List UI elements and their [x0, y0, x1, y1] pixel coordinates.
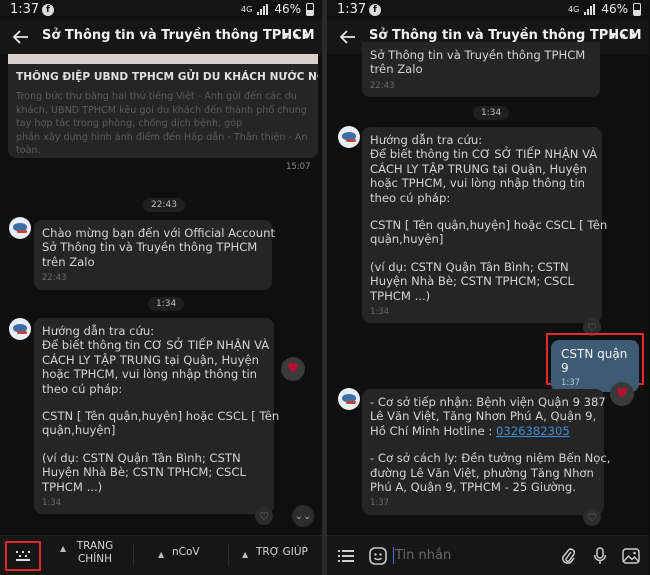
caret-up-icon: ▲ [60, 544, 67, 553]
microphone-icon[interactable] [589, 545, 611, 567]
heart-reaction-icon[interactable]: ♥ [610, 382, 634, 406]
left-chat-screen: 1:37 f 4G 46% Sở Thông tin và Truyền thô… [0, 0, 322, 575]
oa-menu-bar: ▲ TRANG CHÍNH ▲ nCoV ▲ TRỢ GIÚP [0, 535, 322, 575]
right-chat-screen: 1:37 f 4G 46% Sở Thông tin và Truyền thô… [327, 0, 649, 575]
news-card[interactable]: THÔNG ĐIỆP UBND TPHCM GỬI DU KHÁCH NƯỚC … [8, 54, 318, 158]
guide-message: Hướng dẫn tra cứu: Để biết thông tin CƠ … [362, 127, 607, 324]
scroll-down-icon[interactable]: ⌄⌄ [292, 505, 314, 527]
image-icon[interactable] [620, 545, 642, 567]
battery-percent: 46% [274, 2, 301, 16]
status-time: 1:37 [10, 2, 40, 17]
menu-ncov[interactable]: ▲ nCoV [158, 546, 200, 559]
signal-icon [257, 3, 269, 15]
like-button[interactable]: ♡ [255, 507, 273, 525]
news-card-image [8, 54, 318, 64]
menu-help[interactable]: ▲ TRỢ GIÚP [242, 546, 308, 559]
network-type: 4G [568, 4, 580, 14]
status-bar: 1:37 f 4G 46% [0, 0, 322, 20]
signal-icon [584, 3, 596, 15]
date-separator: 22:43 [143, 198, 185, 212]
battery-icon [633, 2, 641, 16]
like-button[interactable]: ♡ [583, 508, 601, 526]
divider [133, 544, 134, 566]
more-options-icon[interactable]: ••• [281, 27, 312, 46]
more-options-icon[interactable]: ••• [608, 27, 639, 46]
menu-home[interactable]: ▲ TRANG CHÍNH [60, 540, 116, 566]
menu-list-icon[interactable] [335, 545, 357, 567]
text-cursor [393, 547, 394, 564]
oa-avatar[interactable] [338, 126, 360, 148]
news-card-description: Trong bức thư bằng hai thứ tiếng Việt - … [16, 91, 308, 156]
battery-percent: 46% [601, 2, 628, 16]
chat-title: Sở Thông tin và Truyền thông TPHCM [369, 28, 642, 43]
chat-title: Sở Thông tin và Truyền thông TPHCM [42, 28, 315, 43]
keyboard-toggle-button[interactable] [5, 541, 41, 571]
oa-avatar[interactable] [9, 217, 31, 239]
battery-icon [306, 2, 314, 16]
heart-reaction-icon[interactable]: ♥ [281, 357, 305, 381]
guide-message: Hướng dẫn tra cứu: Để biết thông tin CƠ … [34, 318, 279, 515]
news-card-time: 15:07 [286, 162, 311, 172]
facebook-icon: f [42, 4, 54, 16]
welcome-message: Chào mừng bạn đến với Official Account S… [34, 220, 275, 290]
compose-bar: Tin nhắn [327, 535, 649, 575]
divider [228, 544, 229, 566]
date-separator: 1:34 [148, 297, 185, 311]
date-separator: 1:34 [473, 106, 510, 120]
facebook-icon: f [369, 4, 381, 16]
caret-up-icon: ▲ [158, 550, 165, 559]
hotline-link[interactable]: 0326382305 [496, 424, 570, 438]
chat-header: Sở Thông tin và Truyền thông TPHCM ••• [0, 20, 322, 54]
oa-avatar[interactable] [338, 388, 360, 410]
caret-up-icon: ▲ [242, 550, 249, 559]
sticker-icon[interactable] [367, 545, 389, 567]
attachment-icon[interactable] [557, 545, 579, 567]
reply-message: - Cơ sở tiếp nhận: Bệnh viện Quận 9 387 … [362, 389, 610, 515]
message-input[interactable]: Tin nhắn [395, 548, 451, 563]
back-arrow-icon[interactable] [10, 26, 32, 48]
oa-avatar[interactable] [9, 318, 31, 340]
welcome-message-partial: Sở Thông tin và Truyền thông TPHCM trên … [362, 42, 600, 98]
back-arrow-icon[interactable] [337, 26, 359, 48]
network-type: 4G [241, 4, 253, 14]
news-card-heading: THÔNG ĐIỆP UBND TPHCM GỬI DU KHÁCH NƯỚC … [16, 71, 318, 83]
status-bar: 1:37 f 4G 46% [327, 0, 649, 20]
keyboard-icon [16, 551, 30, 561]
status-time: 1:37 [337, 2, 367, 17]
